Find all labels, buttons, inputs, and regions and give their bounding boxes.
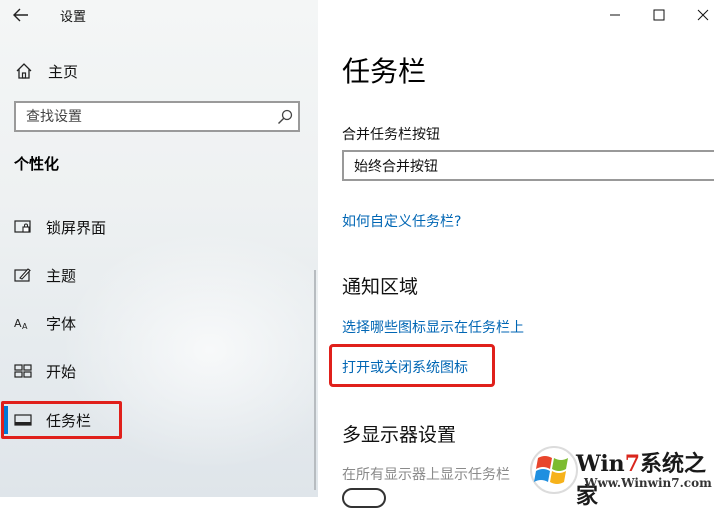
combine-buttons-label: 合并任务栏按钮 <box>342 127 440 143</box>
minimize-button[interactable] <box>593 0 637 30</box>
sidebar-item-label: 锁屏界面 <box>46 218 107 237</box>
window-controls <box>593 0 725 30</box>
window-title: 设置 <box>60 10 87 25</box>
sidebar-item-lock-screen[interactable]: 锁屏界面 <box>14 212 106 242</box>
svg-text:A: A <box>14 317 22 330</box>
sidebar-item-label: 字体 <box>46 314 77 333</box>
combine-buttons-dropdown[interactable]: 始终合并按钮 <box>342 150 714 181</box>
search-icon[interactable] <box>272 109 298 125</box>
start-icon <box>14 362 32 380</box>
maximize-button[interactable] <box>637 0 681 30</box>
multi-display-title: 多显示器设置 <box>342 424 457 446</box>
combine-buttons-value: 始终合并按钮 <box>354 158 438 175</box>
settings-content: 任务栏 合并任务栏按钮 始终合并按钮 如何自定义任务栏? 通知区域 选择哪些图标… <box>318 0 725 508</box>
highlight-box-taskbar <box>1 401 122 439</box>
highlight-box-system-icons <box>329 344 495 387</box>
show-all-displays-label: 在所有显示器上显示任务栏 <box>342 467 510 483</box>
settings-sidebar: 设置 主页 个性化 锁屏界面 <box>0 0 318 497</box>
back-arrow-icon <box>13 8 28 22</box>
notification-area-title: 通知区域 <box>342 276 419 298</box>
customize-taskbar-link[interactable]: 如何自定义任务栏? <box>342 211 461 231</box>
svg-text:A: A <box>22 322 28 331</box>
sidebar-scrollbar[interactable] <box>314 270 316 490</box>
show-all-displays-toggle[interactable] <box>342 488 386 508</box>
windows-flag-icon <box>530 446 578 494</box>
sidebar-item-label: 开始 <box>46 362 77 381</box>
page-title: 任务栏 <box>342 55 427 88</box>
minimize-icon <box>610 14 620 16</box>
brand-seven: 7 <box>624 451 640 477</box>
lock-screen-icon <box>14 218 32 236</box>
sidebar-item-theme[interactable]: 主题 <box>14 260 76 290</box>
back-button[interactable] <box>10 4 32 26</box>
section-title: 个性化 <box>14 155 60 173</box>
sidebar-item-start[interactable]: 开始 <box>14 356 76 386</box>
sidebar-item-fonts[interactable]: A A 字体 <box>14 308 76 338</box>
home-icon <box>14 61 34 81</box>
maximize-icon <box>653 9 665 21</box>
sidebar-item-label: 主题 <box>46 266 77 285</box>
theme-icon <box>14 266 32 284</box>
sidebar-item-home[interactable]: 主页 <box>14 58 78 84</box>
close-icon <box>697 9 709 21</box>
sidebar-item-home-label: 主页 <box>48 62 79 81</box>
close-button[interactable] <box>681 0 725 30</box>
select-icons-link[interactable]: 选择哪些图标显示在任务栏上 <box>342 317 524 337</box>
watermark-url: Www.Winwin7.com <box>584 476 712 490</box>
search-settings-box[interactable] <box>14 101 300 132</box>
brand-prefix: Win <box>576 451 625 477</box>
search-input[interactable] <box>16 102 272 131</box>
watermark: Win7系统之家 Www.Winwin7.com <box>528 440 725 509</box>
font-icon: A A <box>14 314 32 332</box>
